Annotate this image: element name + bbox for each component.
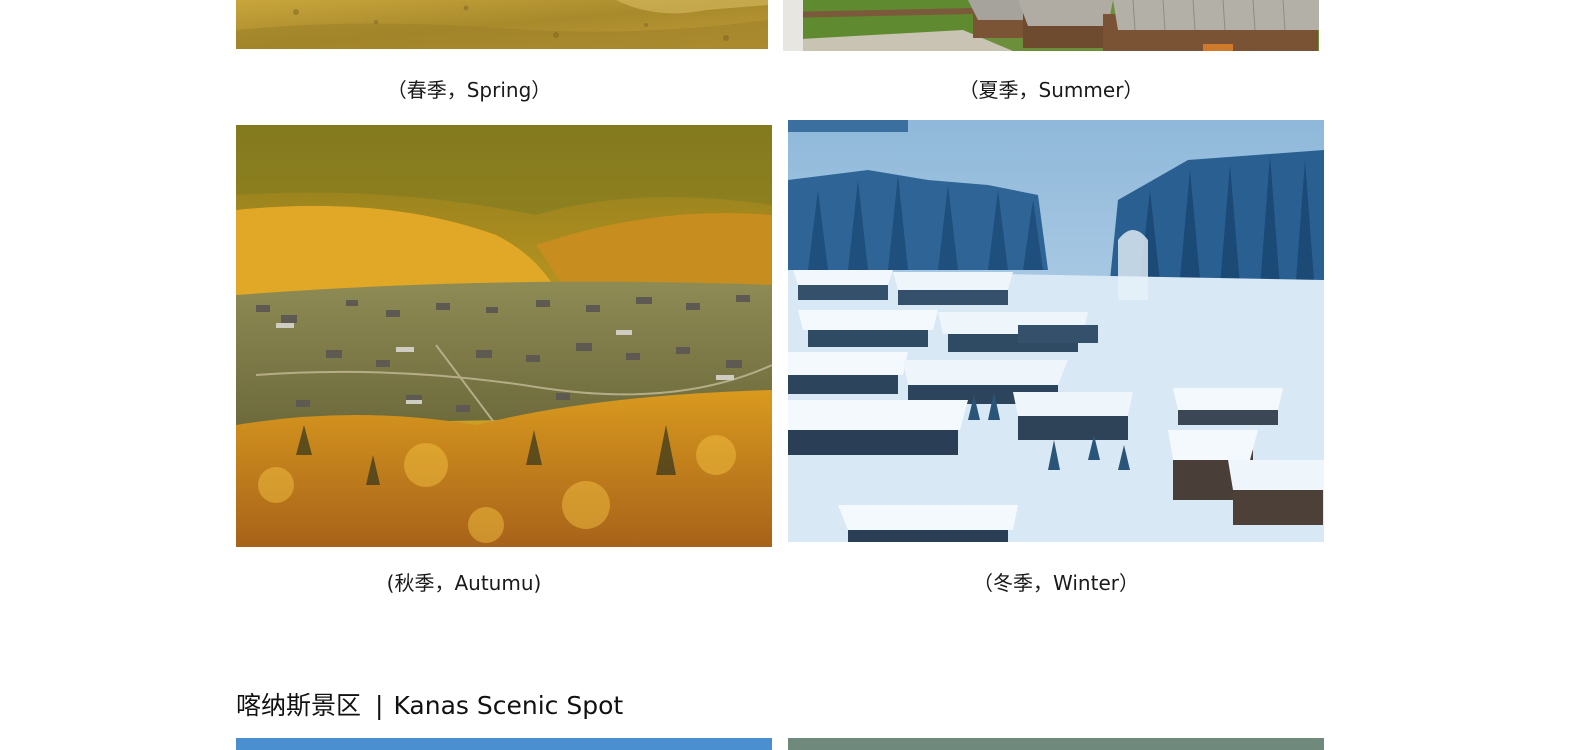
section-title-separator: | — [375, 691, 384, 720]
section-title-en: Kanas Scenic Spot — [393, 691, 624, 720]
next-photo-right-edge — [788, 738, 1324, 750]
spring-caption: （春季，Spring） — [386, 78, 552, 102]
spring-photo — [236, 0, 768, 49]
summer-caption: （夏季，Summer） — [958, 78, 1144, 102]
winter-caption: （冬季，Winter） — [973, 571, 1139, 595]
winter-photo — [788, 120, 1324, 542]
autumn-photo — [236, 125, 772, 547]
summer-photo — [783, 0, 1319, 51]
next-photo-left-edge — [236, 738, 772, 750]
autumn-caption: (秋季，Autumu) — [386, 571, 542, 595]
section-title-cn: 喀纳斯景区 — [236, 691, 362, 720]
section-title: 喀纳斯景区 | Kanas Scenic Spot — [236, 686, 623, 722]
